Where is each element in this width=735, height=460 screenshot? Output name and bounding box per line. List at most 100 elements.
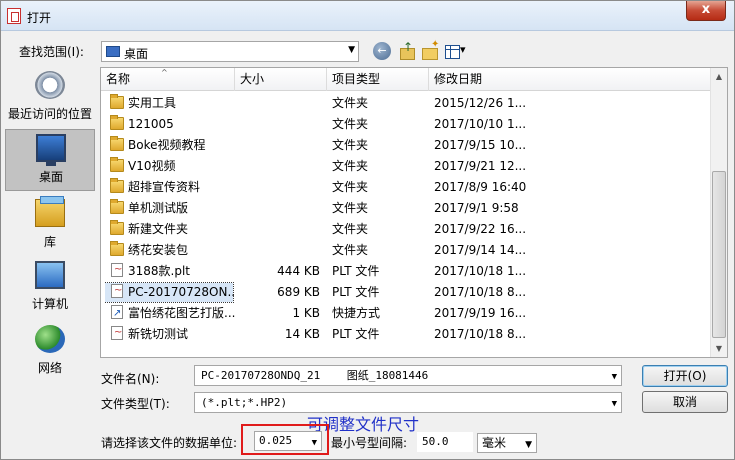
- file-size: 444 KB: [277, 264, 320, 278]
- plt-file-icon: [111, 261, 123, 280]
- filename-value: PC-20170728ONDQ_21 图纸_18081446: [201, 369, 429, 382]
- file-type: 文件夹: [332, 243, 369, 257]
- units-dropdown[interactable]: 0.025 ▼: [254, 431, 322, 451]
- table-row[interactable]: 富怡绣花图艺打版... 1 KB 快捷方式 2017/9/19 16...: [101, 303, 711, 324]
- file-name: 富怡绣花图艺打版...: [128, 306, 235, 320]
- filetype-dropdown[interactable]: (*.plt;*.HP2) ▼: [194, 392, 622, 413]
- file-name-cell: 新建文件夹: [105, 219, 235, 240]
- place-label: 桌面: [38, 170, 63, 184]
- sort-up-icon: ^: [161, 68, 168, 77]
- places-bar: 最近访问的位置 桌面 库 计算机 网络: [5, 67, 95, 417]
- place-label: 库: [43, 235, 56, 249]
- file-type: 文件夹: [332, 138, 369, 152]
- file-type: 文件夹: [332, 180, 369, 194]
- file-list[interactable]: ^ 名称 大小 项目类型 修改日期 实用工具 文件夹 2015/12/26 1...…: [100, 67, 728, 358]
- file-type: 文件夹: [332, 159, 369, 173]
- chevron-down-icon[interactable]: ▼: [312, 434, 317, 452]
- column-size[interactable]: 大小: [235, 68, 327, 91]
- file-date: 2017/9/21 12...: [434, 159, 527, 173]
- min-spacing-input[interactable]: 50.0: [417, 432, 473, 452]
- chevron-down-icon[interactable]: ▼: [525, 436, 532, 454]
- scroll-up-icon[interactable]: ▲: [711, 68, 727, 85]
- new-folder-icon[interactable]: [421, 39, 439, 60]
- table-row[interactable]: 新铣切测试 14 KB PLT 文件 2017/10/18 8...: [101, 324, 711, 345]
- file-size: [235, 198, 320, 219]
- table-row[interactable]: 新建文件夹 文件夹 2017/9/22 16...: [101, 219, 711, 240]
- column-type-label: 项目类型: [332, 72, 381, 86]
- table-row[interactable]: V10视频 文件夹 2017/9/21 12...: [101, 156, 711, 177]
- file-type: 文件夹: [332, 222, 369, 236]
- column-type[interactable]: 项目类型: [327, 68, 429, 91]
- file-type: 文件夹: [332, 96, 369, 110]
- back-icon[interactable]: ←: [373, 42, 391, 60]
- column-date-label: 修改日期: [434, 72, 483, 86]
- column-date[interactable]: 修改日期: [429, 68, 711, 91]
- file-size: [235, 219, 320, 240]
- table-row[interactable]: 超排宣传资料 文件夹 2017/8/9 16:40: [101, 177, 711, 198]
- up-folder-icon[interactable]: [398, 40, 416, 60]
- column-name[interactable]: ^ 名称: [101, 68, 235, 91]
- folder-icon: [110, 136, 124, 151]
- cancel-button[interactable]: 取消: [642, 391, 728, 413]
- scroll-down-icon[interactable]: ▼: [711, 340, 727, 357]
- file-size: 1 KB: [292, 306, 320, 320]
- spacing-unit-dropdown[interactable]: 毫米 ▼: [477, 433, 537, 453]
- table-row[interactable]: 121005 文件夹 2017/10/10 1...: [101, 114, 711, 135]
- vertical-scrollbar[interactable]: ▲ ▼: [710, 68, 727, 357]
- plt-file-icon: [111, 282, 123, 301]
- file-type: PLT 文件: [332, 327, 380, 341]
- network-icon: [35, 325, 65, 353]
- lookin-dropdown[interactable]: 桌面 ▼: [101, 41, 359, 62]
- file-type: PLT 文件: [332, 264, 380, 278]
- file-name-cell: 实用工具: [105, 93, 235, 114]
- folder-icon: [110, 94, 124, 109]
- table-row[interactable]: 实用工具 文件夹 2015/12/26 1...: [101, 93, 711, 114]
- table-row[interactable]: PC-20170728ON... 689 KB PLT 文件 2017/10/18 8…: [101, 282, 711, 303]
- spacing-unit-value: 毫米: [482, 436, 507, 450]
- file-name-cell: PC-20170728ON...: [105, 282, 235, 303]
- lookin-value: 桌面: [124, 47, 149, 61]
- place-libraries[interactable]: 库: [5, 195, 95, 257]
- units-value: 0.025: [259, 434, 293, 447]
- view-menu-icon[interactable]: [445, 42, 471, 60]
- desktop-icon: [36, 134, 66, 166]
- table-row[interactable]: 绣花安装包 文件夹 2017/9/14 14...: [101, 240, 711, 261]
- scroll-thumb[interactable]: [712, 171, 726, 338]
- chevron-down-icon[interactable]: ▼: [348, 45, 355, 55]
- folder-icon: [110, 241, 124, 256]
- file-name-cell: 超排宣传资料: [105, 177, 235, 198]
- place-computer[interactable]: 计算机: [5, 257, 95, 319]
- open-dialog: 打开 x 查找范围(I): 桌面 ▼ ← 最近访问的位置 桌面 库 计算机 网络: [0, 0, 735, 460]
- folder-icon: [110, 199, 124, 214]
- place-network[interactable]: 网络: [5, 321, 95, 383]
- place-label: 计算机: [31, 297, 68, 311]
- file-type: 快捷方式: [332, 306, 381, 320]
- place-recent[interactable]: 最近访问的位置: [5, 67, 95, 129]
- file-name-cell: 3188款.plt: [105, 261, 235, 282]
- open-button[interactable]: 打开(O): [642, 365, 728, 387]
- folder-icon: [110, 157, 124, 172]
- file-name: 单机测试版: [128, 201, 189, 215]
- file-name: 新铣切测试: [128, 327, 189, 341]
- table-row[interactable]: 单机测试版 文件夹 2017/9/1 9:58: [101, 198, 711, 219]
- column-name-label: 名称: [106, 72, 131, 86]
- file-size: [235, 240, 320, 261]
- min-spacing-label: 最小号型间隔:: [331, 436, 408, 450]
- close-button[interactable]: x: [686, 1, 726, 21]
- chevron-down-icon[interactable]: ▼: [612, 368, 617, 387]
- file-name: 超排宣传资料: [128, 180, 201, 194]
- folder-icon: [110, 178, 124, 193]
- file-size: [235, 156, 320, 177]
- file-name: 绣花安装包: [128, 243, 189, 257]
- filetype-label: 文件类型(T):: [101, 397, 170, 411]
- file-size: [235, 114, 320, 135]
- place-desktop[interactable]: 桌面: [5, 129, 95, 191]
- filename-input[interactable]: PC-20170728ONDQ_21 图纸_18081446 ▼: [194, 365, 622, 386]
- file-date: 2017/9/22 16...: [434, 222, 527, 236]
- file-date: 2015/12/26 1...: [434, 96, 527, 110]
- units-label: 请选择该文件的数据单位:: [101, 436, 238, 450]
- table-row[interactable]: 3188款.plt 444 KB PLT 文件 2017/10/18 1...: [101, 261, 711, 282]
- chevron-down-icon[interactable]: ▼: [612, 395, 617, 414]
- table-row[interactable]: Boke视频教程 文件夹 2017/9/15 10...: [101, 135, 711, 156]
- recent-places-icon: [35, 71, 65, 99]
